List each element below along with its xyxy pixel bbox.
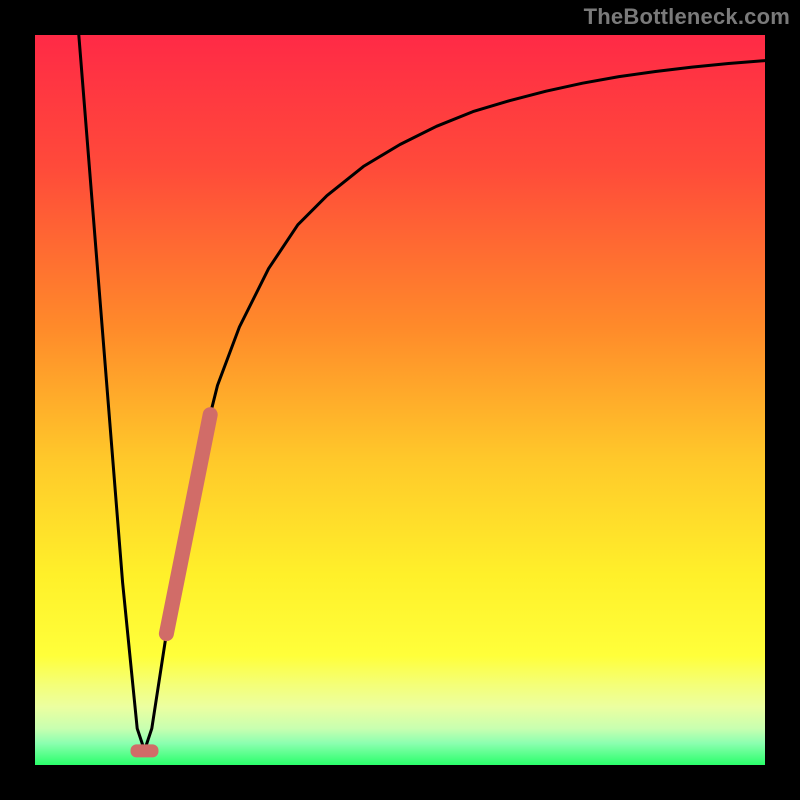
plot-area xyxy=(35,35,765,765)
chart-svg xyxy=(35,35,765,765)
chart-frame: TheBottleneck.com xyxy=(0,0,800,800)
optimal-marker xyxy=(131,744,159,757)
watermark-text: TheBottleneck.com xyxy=(584,4,790,30)
